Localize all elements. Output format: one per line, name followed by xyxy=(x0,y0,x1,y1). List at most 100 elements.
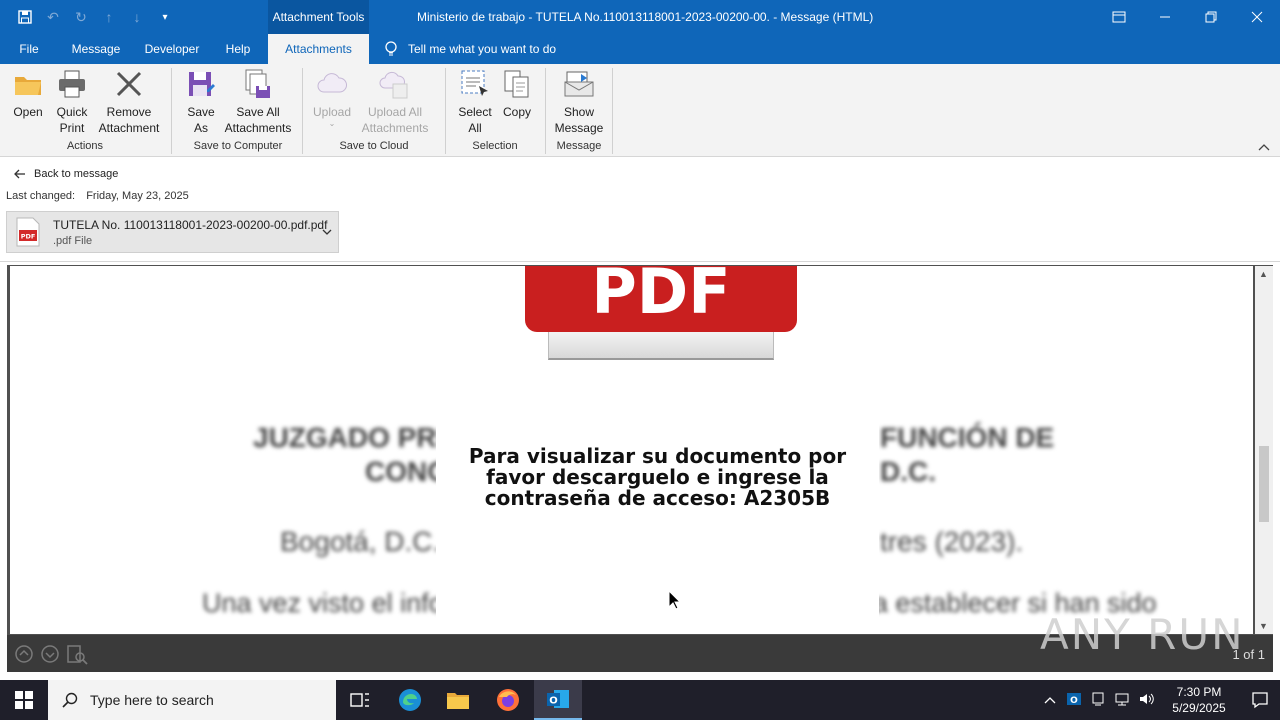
edge-taskbar-button[interactable] xyxy=(386,680,434,720)
svg-text:PDF: PDF xyxy=(21,233,36,241)
select-all-icon xyxy=(461,70,488,96)
cloud-upload-icon xyxy=(379,71,408,99)
minimize-icon[interactable] xyxy=(1142,0,1188,34)
save-all-label-1: Save All xyxy=(236,105,280,119)
tab-help[interactable]: Help xyxy=(216,34,260,64)
save-as-label-1: Save xyxy=(187,105,215,119)
group-message-label: Message xyxy=(556,140,602,152)
remove-attachment-button[interactable]: Remove Attachment xyxy=(96,68,162,136)
ribbon-display-options-icon[interactable] xyxy=(1096,0,1142,34)
system-tray: O 7:30 PM 5/29/2025 xyxy=(1038,680,1280,720)
network-icon[interactable] xyxy=(1110,691,1134,710)
start-button[interactable] xyxy=(0,680,48,720)
tab-attachments[interactable]: Attachments xyxy=(268,34,369,64)
password-message: Para visualizar su documento por favor d… xyxy=(436,446,879,509)
save-as-icon xyxy=(189,72,215,96)
last-changed-label: Last changed: xyxy=(6,190,76,202)
save-all-attachments-button[interactable]: Save All Attachments xyxy=(222,68,294,136)
anyrun-watermark: ANY RUN xyxy=(1040,610,1245,659)
tab-developer[interactable]: Developer xyxy=(138,34,206,64)
clock[interactable]: 7:30 PM 5/29/2025 xyxy=(1158,684,1240,716)
watermark-text: ANY RUN xyxy=(1040,610,1245,659)
scroll-down-icon[interactable]: ▼ xyxy=(1259,621,1268,631)
edge-icon xyxy=(399,689,421,711)
show-hidden-icons-icon[interactable] xyxy=(1038,693,1062,707)
undo-icon[interactable]: ↶ xyxy=(42,6,64,28)
group-selection-label: Selection xyxy=(472,140,518,152)
quick-print-label-1: Quick xyxy=(56,105,88,119)
upload-all-attachments-button[interactable]: Upload All Attachments xyxy=(352,68,438,136)
taskbar: Type here to search O O 7:30 PM 5/29/202… xyxy=(0,680,1280,720)
task-view-button[interactable] xyxy=(336,680,384,720)
window-controls xyxy=(1096,0,1280,34)
device-tray-icon[interactable] xyxy=(1086,691,1110,710)
quick-access-toolbar: ↶ ↻ ↑ ↓ ▾ xyxy=(14,6,176,28)
password-message-line-1: Para visualizar su documento por xyxy=(468,444,847,468)
select-all-button[interactable]: Select All xyxy=(454,68,496,136)
next-item-icon[interactable]: ↓ xyxy=(126,6,148,28)
svg-text:O: O xyxy=(549,696,558,707)
remove-label-1: Remove xyxy=(106,105,152,119)
collapse-ribbon-icon[interactable] xyxy=(1258,142,1270,154)
tab-message[interactable]: Message xyxy=(64,34,128,64)
copy-label: Copy xyxy=(502,105,531,119)
firefox-icon xyxy=(497,689,519,711)
restore-icon[interactable] xyxy=(1188,0,1234,34)
password-message-line-2: favor descarguelo e ingrese la xyxy=(486,465,829,489)
attachment-menu-chevron-icon[interactable] xyxy=(322,224,332,238)
next-page-icon[interactable] xyxy=(41,645,59,668)
group-save-cloud-label: Save to Cloud xyxy=(339,140,409,152)
title-bar: ↶ ↻ ↑ ↓ ▾ Attachment Tools Ministerio de… xyxy=(0,0,1280,34)
volume-icon[interactable] xyxy=(1134,691,1158,710)
header-divider xyxy=(0,261,1280,262)
lightbulb-icon xyxy=(385,41,397,56)
pdf-banner: PDF xyxy=(525,266,797,332)
upload-dropdown-icon: ⌄ xyxy=(328,119,336,128)
upload-all-label-2: Attachments xyxy=(361,121,429,135)
previous-item-icon[interactable]: ↑ xyxy=(98,6,120,28)
scroll-thumb[interactable] xyxy=(1259,446,1269,522)
save-as-label-2: As xyxy=(193,121,208,135)
show-message-button[interactable]: Show Message xyxy=(552,68,606,136)
tell-me-box[interactable]: Tell me what you want to do xyxy=(384,34,556,64)
copy-icon xyxy=(504,70,529,98)
save-icon[interactable] xyxy=(14,6,36,28)
search-placeholder: Type here to search xyxy=(90,692,214,708)
firefox-taskbar-button[interactable] xyxy=(484,680,532,720)
save-all-icon xyxy=(245,69,270,98)
select-all-label-1: Select xyxy=(458,105,492,119)
save-as-button[interactable]: Save As xyxy=(182,68,220,136)
notifications-icon[interactable] xyxy=(1240,691,1280,709)
show-message-label-1: Show xyxy=(563,105,595,119)
remove-x-icon xyxy=(116,71,142,97)
search-icon xyxy=(62,692,78,708)
pdf-banner-base xyxy=(548,332,774,360)
preview-scrollbar[interactable]: ▲ ▼ xyxy=(1255,266,1273,634)
outlook-taskbar-button[interactable]: O xyxy=(534,680,582,720)
quick-print-button[interactable]: Quick Print xyxy=(52,68,92,136)
find-in-document-icon[interactable] xyxy=(67,645,89,670)
open-button[interactable]: Open xyxy=(8,68,48,120)
attachment-chip[interactable]: PDF TUTELA No. 110013118001-2023-00200-0… xyxy=(6,211,339,253)
upload-button[interactable]: Upload ⌄ xyxy=(310,68,354,128)
upload-all-label-1: Upload All xyxy=(367,105,423,119)
outlook-tray-icon[interactable]: O xyxy=(1062,691,1086,710)
attachment-name: TUTELA No. 110013118001-2023-00200-00.pd… xyxy=(53,218,328,232)
context-tab-label: Attachment Tools xyxy=(268,0,369,34)
last-changed-value: Friday, May 23, 2025 xyxy=(86,190,189,202)
customize-qat-icon[interactable]: ▾ xyxy=(154,6,176,28)
ribbon-tabs: File Message Developer Help Attachments … xyxy=(0,34,1280,64)
group-save-computer-label: Save to Computer xyxy=(193,140,283,152)
previous-page-icon[interactable] xyxy=(15,645,33,668)
tab-file[interactable]: File xyxy=(10,34,48,64)
mouse-cursor-icon xyxy=(668,590,682,610)
file-explorer-taskbar-button[interactable] xyxy=(434,680,482,720)
copy-button[interactable]: Copy xyxy=(498,68,536,120)
redo-icon[interactable]: ↻ xyxy=(70,6,92,28)
scroll-up-icon[interactable]: ▲ xyxy=(1259,269,1268,279)
preview-page[interactable]: PDF JUZGADO PRIMI FUNCIÓN DE CONO D.C. B… xyxy=(10,266,1253,634)
upload-label: Upload xyxy=(312,105,352,119)
back-to-message-link[interactable]: Back to message xyxy=(14,168,118,180)
close-icon[interactable] xyxy=(1234,0,1280,34)
taskbar-search-box[interactable]: Type here to search xyxy=(48,680,336,720)
